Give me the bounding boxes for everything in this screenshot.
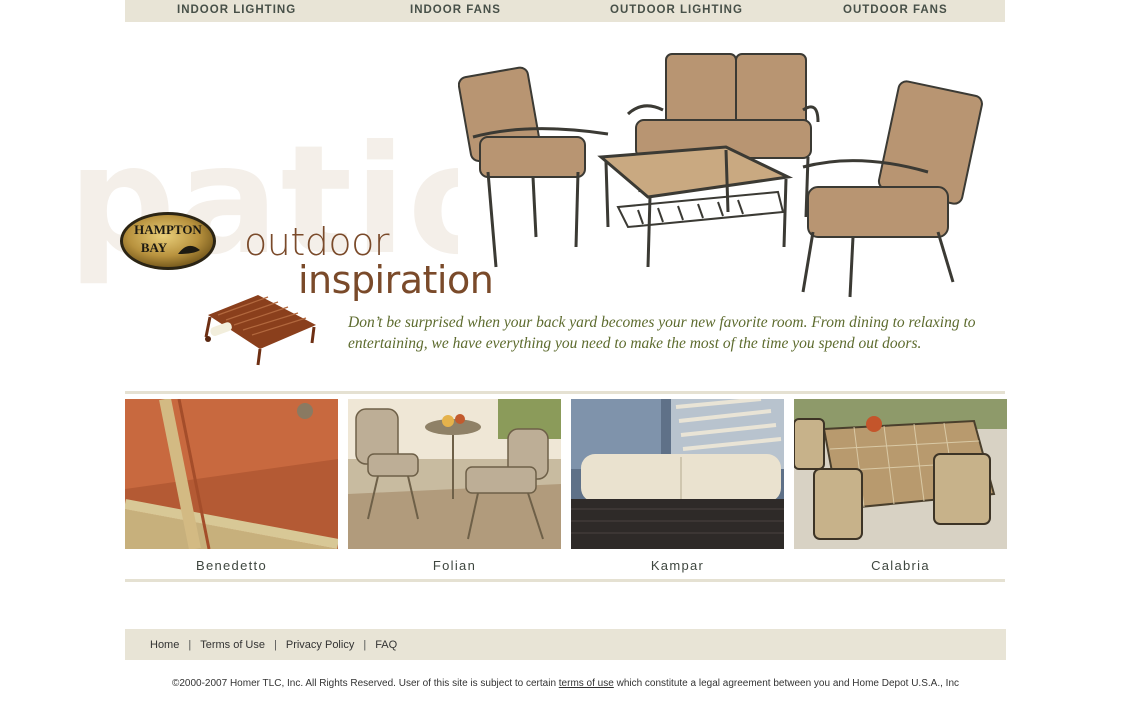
hero-banner: patio HAMPTON BAY outdoor inspiration Do… (0, 22, 1131, 392)
hampton-bay-logo: HAMPTON BAY (120, 212, 216, 270)
nav-outdoor-fans[interactable]: OUTDOOR FANS (843, 4, 948, 16)
product-label-kampar[interactable]: Kampar (571, 558, 784, 573)
nav-outdoor-lighting[interactable]: OUTDOOR LIGHTING (610, 4, 743, 16)
divider-top (125, 391, 1005, 394)
product-label-folian[interactable]: Folian (348, 558, 561, 573)
product-benedetto[interactable]: Benedetto (125, 399, 338, 573)
chaise-lounge-image (204, 295, 316, 366)
benedetto-image[interactable] (125, 399, 338, 549)
nav-indoor-fans[interactable]: INDOOR FANS (410, 4, 501, 16)
product-collections: Benedetto Folian Kampar Calabria (125, 399, 1007, 579)
product-label-benedetto[interactable]: Benedetto (125, 558, 338, 573)
footer-link-privacy[interactable]: Privacy Policy (286, 639, 354, 651)
footer-link-terms[interactable]: Terms of Use (200, 639, 265, 651)
divider-bottom (125, 579, 1005, 582)
folian-image[interactable] (348, 399, 561, 549)
footer-separator: | (188, 639, 192, 651)
kampar-image[interactable] (571, 399, 784, 549)
copyright-text-pre: ©2000-2007 Homer TLC, Inc. All Rights Re… (171, 678, 559, 689)
copyright-notice: ©2000-2007 Homer TLC, Inc. All Rights Re… (0, 678, 1131, 689)
top-nav: INDOOR LIGHTING INDOOR FANS OUTDOOR LIGH… (125, 0, 1005, 22)
tagline-inspiration: inspiration (298, 258, 494, 302)
product-label-calabria[interactable]: Calabria (794, 558, 1007, 573)
calabria-image[interactable] (794, 399, 1007, 549)
svg-text:BAY: BAY (141, 240, 168, 255)
footer-link-faq[interactable]: FAQ (375, 639, 397, 651)
footer-link-home[interactable]: Home (150, 639, 179, 651)
intro-description: Don’t be surprised when your back yard b… (348, 314, 976, 352)
copyright-text-post: which constitute a legal agreement betwe… (613, 678, 960, 689)
svg-text:HAMPTON: HAMPTON (134, 222, 202, 237)
terms-of-use-link[interactable]: terms of use (559, 678, 614, 689)
nav-indoor-lighting[interactable]: INDOOR LIGHTING (177, 4, 296, 16)
footer-separator: | (363, 639, 367, 651)
product-calabria[interactable]: Calabria (794, 399, 1007, 573)
footer-separator: | (274, 639, 277, 651)
product-folian[interactable]: Folian (348, 399, 561, 573)
patio-furniture-image (458, 42, 998, 307)
footer-links: Home | Terms of Use | Privacy Policy | F… (150, 639, 397, 651)
product-kampar[interactable]: Kampar (571, 399, 784, 573)
footer-bar: Home | Terms of Use | Privacy Policy | F… (125, 629, 1006, 660)
